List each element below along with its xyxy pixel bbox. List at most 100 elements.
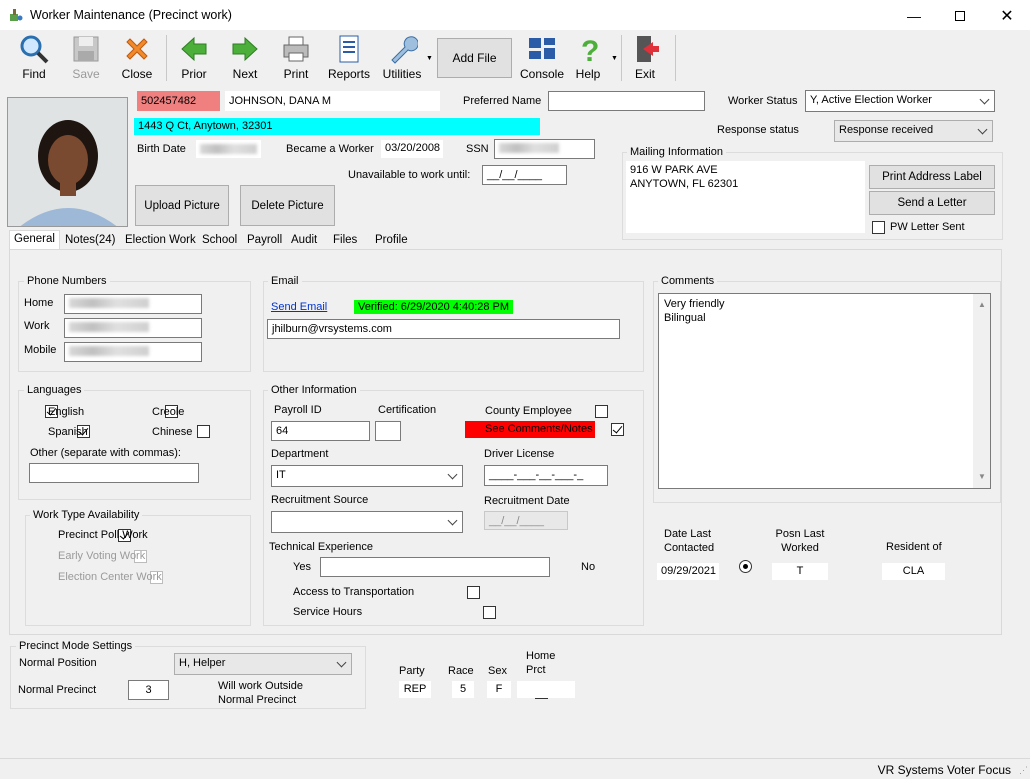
prior-button[interactable]: Prior bbox=[170, 33, 218, 85]
pw-letter-sent-checkbox[interactable] bbox=[872, 221, 885, 234]
posn-last-worked-value: T bbox=[772, 563, 828, 580]
exit-door-icon bbox=[629, 33, 661, 65]
english-label: English bbox=[48, 406, 85, 418]
party-value: REP bbox=[399, 681, 431, 698]
driver-license-label: Driver License bbox=[484, 448, 555, 460]
window-title: Worker Maintenance (Precinct work) bbox=[30, 8, 232, 22]
tab-school[interactable]: School bbox=[198, 232, 241, 250]
tab-profile[interactable]: Profile bbox=[371, 232, 412, 250]
home-phone-input[interactable] bbox=[64, 294, 202, 314]
utilities-button[interactable]: Utilities bbox=[378, 33, 426, 85]
certification-input[interactable] bbox=[375, 421, 401, 441]
tech-experience-input[interactable] bbox=[320, 557, 550, 577]
chinese-checkbox[interactable] bbox=[197, 425, 211, 438]
close-button[interactable]: Close bbox=[113, 33, 161, 85]
technical-experience-label: Technical Experience bbox=[269, 541, 373, 553]
chevron-down-icon bbox=[977, 124, 988, 135]
transportation-checkbox[interactable] bbox=[466, 586, 480, 599]
tab-general[interactable]: General bbox=[9, 230, 60, 250]
reports-button[interactable]: Reports bbox=[325, 33, 373, 85]
service-hours-checkbox[interactable] bbox=[482, 606, 496, 619]
date-last-header-1: Date Last bbox=[664, 528, 712, 540]
comments-textarea[interactable]: Very friendly Bilingual ▲ ▼ bbox=[658, 293, 991, 489]
county-employee-checkbox[interactable] bbox=[594, 405, 608, 418]
ssn-label: SSN bbox=[466, 143, 489, 155]
tab-audit[interactable]: Audit bbox=[287, 232, 321, 250]
tab-notes[interactable]: Notes(24) bbox=[61, 232, 120, 250]
service-hours-label: Service Hours bbox=[293, 606, 363, 618]
normal-position-select[interactable]: H, Helper bbox=[174, 653, 352, 675]
comments-scrollbar[interactable]: ▲ ▼ bbox=[973, 294, 990, 488]
see-comments-checkbox[interactable] bbox=[610, 423, 624, 436]
tech-no-radio[interactable] bbox=[738, 560, 752, 573]
date-last-header-2: Contacted bbox=[664, 542, 715, 554]
print-address-label-button[interactable]: Print Address Label bbox=[869, 165, 995, 189]
unavailable-label: Unavailable to work until: bbox=[348, 169, 471, 181]
close-window-button[interactable]: ✕ bbox=[984, 0, 1030, 31]
other-languages-input[interactable] bbox=[29, 463, 199, 483]
response-status-label: Response status bbox=[717, 124, 799, 136]
close-x-icon bbox=[121, 33, 153, 65]
tab-election-work[interactable]: Election Work bbox=[121, 232, 200, 250]
response-status-select[interactable]: Response received bbox=[834, 120, 993, 142]
find-button[interactable]: Find bbox=[10, 33, 58, 85]
recruitment-source-select[interactable] bbox=[271, 511, 463, 533]
utilities-dropdown-icon[interactable]: ▼ bbox=[426, 55, 433, 62]
chevron-down-icon bbox=[336, 657, 347, 668]
exit-label: Exit bbox=[634, 67, 655, 81]
next-button[interactable]: Next bbox=[221, 33, 269, 85]
svg-text:?: ? bbox=[581, 35, 599, 65]
mailing-info-label: Mailing Information bbox=[627, 146, 726, 158]
delete-picture-button[interactable]: Delete Picture bbox=[240, 185, 335, 226]
status-bar: VR Systems Voter Focus ⋰ bbox=[0, 758, 1030, 779]
posn-last-header-2: Worked bbox=[781, 542, 819, 554]
worker-status-select[interactable]: Y, Active Election Worker bbox=[805, 90, 995, 112]
posn-last-worked-header: Posn Last Worked bbox=[770, 527, 830, 555]
department-select[interactable]: IT bbox=[271, 465, 463, 487]
home-phone-label: Home bbox=[24, 297, 54, 309]
ssn-field[interactable] bbox=[494, 139, 595, 159]
tab-payroll[interactable]: Payroll bbox=[243, 232, 286, 250]
work-phone-label: Work bbox=[24, 320, 50, 332]
upload-picture-button[interactable]: Upload Picture bbox=[135, 185, 229, 226]
email-verified-badge: Verified: 6/29/2020 4:40:28 PM bbox=[354, 300, 514, 314]
exit-button[interactable]: Exit bbox=[622, 33, 668, 85]
driver-license-input[interactable]: ____-___-__-___-_ bbox=[484, 465, 608, 486]
recruitment-date-input[interactable]: __/__/____ bbox=[484, 511, 568, 530]
tab-files[interactable]: Files bbox=[329, 232, 361, 250]
party-label: Party bbox=[399, 665, 425, 677]
date-last-contacted-header: Date Last Contacted bbox=[664, 527, 715, 555]
floppy-icon bbox=[70, 33, 102, 65]
arrow-left-icon bbox=[178, 33, 210, 65]
print-button[interactable]: Print bbox=[272, 33, 320, 85]
worker-status-label: Worker Status bbox=[728, 95, 798, 107]
help-dropdown-icon[interactable]: ▼ bbox=[611, 55, 618, 62]
comment-line-2: Bilingual bbox=[664, 312, 706, 324]
send-email-link[interactable]: Send Email bbox=[271, 301, 327, 313]
other-languages-label: Other (separate with commas): bbox=[30, 447, 181, 459]
payroll-id-input[interactable]: 64 bbox=[271, 421, 370, 441]
resize-grip-icon[interactable]: ⋰ bbox=[1019, 765, 1028, 776]
add-file-button[interactable]: Add File bbox=[437, 38, 512, 78]
work-phone-input[interactable] bbox=[64, 318, 202, 338]
unavailable-date-input[interactable]: __/__/____ bbox=[482, 165, 567, 185]
chevron-down-icon bbox=[447, 515, 458, 526]
console-button[interactable]: Console bbox=[518, 33, 566, 85]
birth-date-label: Birth Date bbox=[137, 143, 186, 155]
mobile-phone-input[interactable] bbox=[64, 342, 202, 362]
normal-precinct-input[interactable]: 3 bbox=[128, 680, 169, 700]
minimize-button[interactable]: — bbox=[891, 0, 937, 31]
birth-date-field[interactable] bbox=[196, 140, 261, 158]
email-input[interactable]: jhilburn@vrsystems.com bbox=[267, 319, 620, 339]
close-label: Close bbox=[121, 67, 153, 81]
worker-photo bbox=[7, 97, 128, 227]
help-button[interactable]: ? Help bbox=[566, 33, 610, 85]
maximize-button[interactable] bbox=[937, 0, 983, 31]
save-button[interactable]: Save bbox=[62, 33, 110, 85]
comment-line-1: Very friendly bbox=[664, 298, 725, 310]
toolbar-separator bbox=[675, 35, 676, 81]
certification-label: Certification bbox=[378, 404, 437, 416]
preferred-name-input[interactable] bbox=[548, 91, 705, 111]
send-letter-button[interactable]: Send a Letter bbox=[869, 191, 995, 215]
see-comments-label: See Comments/Notes bbox=[485, 423, 593, 435]
